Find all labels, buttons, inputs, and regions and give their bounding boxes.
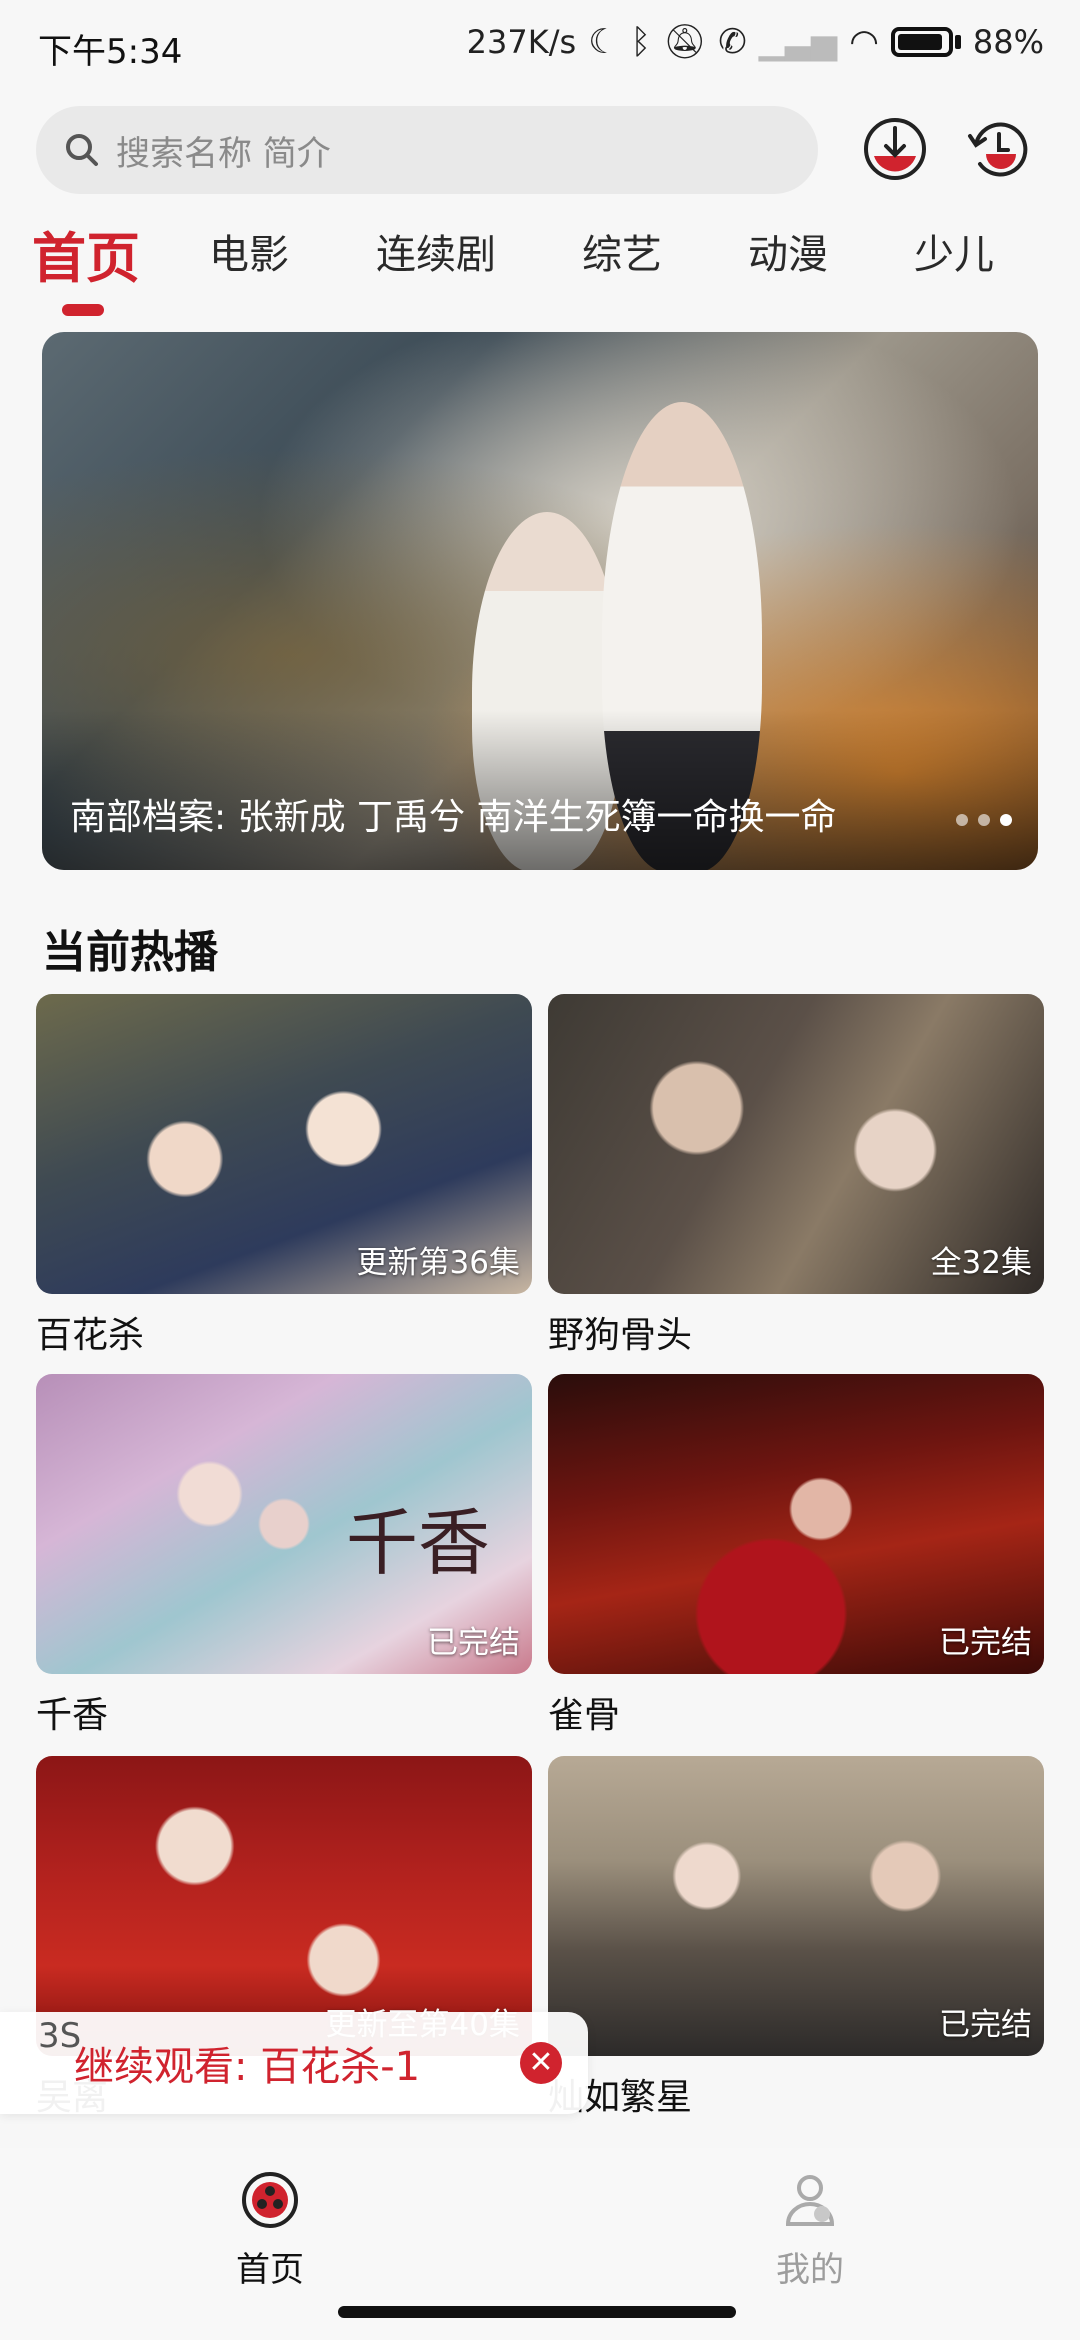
episode-badge: 已完结 <box>427 1625 520 1661</box>
tab-kids[interactable]: 少儿 <box>914 222 994 280</box>
show-title: 雀骨 <box>548 1695 621 1736</box>
net-speed: 237K/s <box>466 23 577 61</box>
category-tabs: 首页 电影 连续剧 综艺 动漫 少儿 <box>0 222 1080 318</box>
nav-home-label: 首页 <box>236 2250 304 2290</box>
history-icon[interactable] <box>964 114 1034 184</box>
show-card[interactable]: 已完结 灿如繁星 <box>548 1756 1044 2120</box>
episode-badge: 已完结 <box>939 1625 1032 1661</box>
tab-indicator <box>62 304 104 316</box>
tab-movie[interactable]: 电影 <box>209 222 289 280</box>
show-poster: 已完结 <box>548 1756 1044 2056</box>
battery-icon <box>890 27 953 57</box>
banner-pagination <box>956 814 1012 826</box>
show-card[interactable]: 更新第36集 百花杀 <box>36 994 532 1358</box>
nav-me[interactable]: 我的 <box>730 2170 890 2291</box>
show-title: 百花杀 <box>36 1315 145 1356</box>
show-card[interactable]: 千香 已完结 千香 <box>36 1374 532 1738</box>
status-time: 下午5:34 <box>38 32 183 72</box>
app-screen: 下午5:34 237K/s ☾ ᛒ 🔕︎ ✆ ▁▃▅ ◠ 88% 搜索名称 简介 <box>0 0 1080 2340</box>
tab-anime[interactable]: 动漫 <box>748 222 828 280</box>
show-card[interactable]: 已完结 雀骨 <box>548 1374 1044 1738</box>
banner-dot <box>956 814 968 826</box>
hero-banner[interactable]: 南部档案: 张新成 丁禹兮 南洋生死簿一命换一命 <box>42 332 1038 870</box>
tab-home[interactable]: 首页 <box>32 214 140 293</box>
battery-level: 88% <box>972 23 1044 61</box>
moon-icon: ☾ <box>588 22 619 62</box>
show-card[interactable]: 全32集 野狗骨头 <box>548 994 1044 1358</box>
show-poster: 全32集 <box>548 994 1044 1294</box>
banner-caption: 南部档案: 张新成 丁禹兮 南洋生死簿一命换一命 <box>70 797 837 838</box>
search-icon <box>66 134 98 166</box>
nav-home[interactable]: 首页 <box>190 2170 350 2291</box>
search-input[interactable]: 搜索名称 简介 <box>36 106 818 194</box>
signal-icon: ▁▃▅ <box>758 22 838 62</box>
status-icons: 237K/s ☾ ᛒ 🔕︎ ✆ ▁▃▅ ◠ 88% <box>467 22 1044 62</box>
call-icon: ✆ <box>718 22 747 62</box>
section-title: 当前热播 <box>42 927 218 978</box>
tab-series[interactable]: 连续剧 <box>376 222 496 280</box>
tab-variety[interactable]: 综艺 <box>582 222 662 280</box>
episode-badge: 全32集 <box>930 1245 1032 1281</box>
show-title: 千香 <box>36 1695 109 1736</box>
continue-watching-label: 继续观看: 百花杀-1 <box>74 2044 421 2090</box>
home-reel-icon <box>242 2172 298 2228</box>
banner-dot <box>978 814 990 826</box>
episode-badge: 已完结 <box>939 2007 1032 2043</box>
episode-badge: 更新第36集 <box>356 1245 520 1281</box>
wifi-icon: ◠ <box>849 22 879 62</box>
mute-icon: 🔕︎ <box>663 22 707 62</box>
download-icon[interactable] <box>860 114 930 184</box>
profile-icon <box>785 2175 835 2226</box>
continue-watching-bar[interactable]: 继续观看: 百花杀-1 ✕ <box>0 2012 588 2114</box>
poster-calligraphy: 千香 <box>346 1501 491 1585</box>
nav-me-label: 我的 <box>776 2250 844 2290</box>
search-placeholder: 搜索名称 简介 <box>116 133 331 174</box>
countdown-text: 3S <box>38 2016 82 2056</box>
status-bar: 下午5:34 237K/s ☾ ᛒ 🔕︎ ✆ ▁▃▅ ◠ 88% <box>0 0 1080 96</box>
show-poster: 更新至第40集 <box>36 1756 532 2056</box>
bluetooth-icon: ᛒ <box>630 22 652 62</box>
gesture-bar[interactable] <box>338 2306 736 2318</box>
show-poster: 更新第36集 <box>36 994 532 1294</box>
show-title: 野狗骨头 <box>548 1315 693 1356</box>
close-icon[interactable]: ✕ <box>520 2042 562 2084</box>
show-poster: 千香 已完结 <box>36 1374 532 1674</box>
banner-dot <box>1000 814 1012 826</box>
show-title: 灿如繁星 <box>548 2077 693 2118</box>
show-poster: 已完结 <box>548 1374 1044 1674</box>
